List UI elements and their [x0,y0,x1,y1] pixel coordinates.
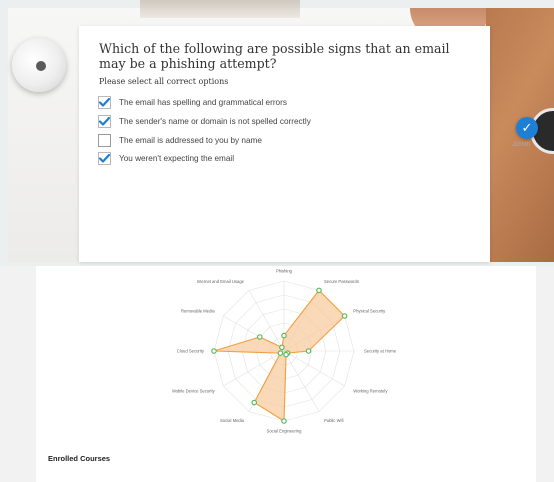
radar-axis-label: Public Wifi [324,418,344,423]
radar-point [251,399,258,406]
radar-point [316,287,322,294]
radar-axis-label: Social Media [220,418,245,423]
quiz-instruction: Please select all correct options [99,77,229,86]
quiz-question: Which of the following are possible sign… [99,41,450,71]
checkbox[interactable] [98,151,111,165]
radar-axis-label: Secure Passwords [324,279,359,284]
option-label: The email is addressed to you by name [119,135,262,145]
quiz-option[interactable]: The email is addressed to you by name [98,133,262,147]
radar-axis-label: Phishing [276,269,293,274]
checkbox[interactable] [98,95,111,109]
option-label: The email has spelling and grammatical e… [119,97,287,107]
radar-axis-label: Physical Security [353,309,386,314]
quiz-option[interactable]: The email has spelling and grammatical e… [98,95,287,109]
quiz-screenshot: ✓ Johnth Which of the following are poss… [0,0,554,266]
radar-point [283,351,289,358]
radar-point [281,418,287,424]
enrolled-courses-heading: Enrolled Courses [48,454,111,463]
radar-axis-label: Mobile Device Security [172,389,215,394]
quiz-card: Which of the following are possible sign… [79,26,490,262]
radar-axis-label: Internet and Email Usage [197,279,245,284]
checkbox[interactable] [98,114,111,128]
radar-point [211,348,217,354]
radar-point [281,332,287,339]
radar-chart: Phishing Secure Passwords Physical Securit… [172,269,397,434]
radar-axis-label: Removable Media [181,309,215,314]
check-icon[interactable]: ✓ [516,117,538,139]
radar-axis-label: Security at Home [364,349,397,354]
mug-handle-decoration [36,61,46,71]
radar-point [279,344,285,351]
checkbox[interactable] [98,133,111,147]
dashboard-panel: Phishing Secure Passwords Physical Securit… [36,266,536,482]
quiz-option[interactable]: The sender's name or domain is not spell… [98,114,311,128]
radar-point [341,313,348,319]
fabric-decoration [140,0,300,18]
badge-name: Johnth [512,142,531,148]
option-label: You weren't expecting the email [119,153,235,163]
radar-axis-label: Cloud Security [177,349,205,354]
radar-axis-label: Working Remotely [353,389,388,394]
quiz-option[interactable]: You weren't expecting the email [98,151,234,165]
radar-point [305,348,312,354]
option-label: The sender's name or domain is not spell… [119,116,311,126]
dashboard-screenshot: Phishing Secure Passwords Physical Securit… [0,266,554,482]
radar-axis-label: Social Engineering [267,429,303,434]
radar-point [256,334,263,340]
radar-point [277,350,284,356]
